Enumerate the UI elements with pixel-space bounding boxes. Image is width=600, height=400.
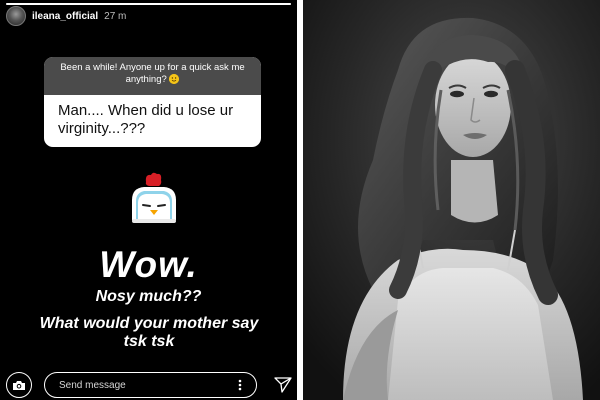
question-prompt: Been a while! Anyone up for a quick ask … (44, 57, 261, 95)
story-progress-fill (6, 3, 291, 5)
portrait-photo (303, 0, 600, 400)
question-sticker[interactable]: Been a while! Anyone up for a quick ask … (44, 57, 261, 147)
story-footer: Send message (0, 370, 297, 398)
post-time: 27 m (104, 10, 127, 22)
camera-button[interactable] (6, 372, 32, 398)
portrait-image (303, 0, 600, 400)
reply-text-line: Nosy much?? (95, 288, 202, 305)
question-answer-text: Man.... When did u lose ur virginity...?… (58, 102, 234, 137)
reply-heading: Wow. (99, 244, 198, 285)
story-progress-bar (6, 3, 291, 5)
paper-plane-icon[interactable] (274, 377, 292, 393)
reply-text-line: What would your mother say tsk tsk (39, 315, 259, 350)
chicken-emoji-icon (132, 172, 176, 223)
instagram-story-panel: ileana_official 27 m Been a while! Anyon… (0, 0, 297, 400)
story-header: ileana_official 27 m (6, 6, 291, 26)
send-message-input[interactable]: Send message (44, 372, 257, 398)
send-message-placeholder: Send message (59, 379, 126, 391)
question-prompt-text: Been a while! Anyone up for a quick ask … (60, 62, 245, 85)
avatar[interactable] (6, 6, 26, 26)
more-options-icon[interactable] (238, 379, 242, 391)
camera-icon (13, 380, 25, 390)
smiling-face-emoji-icon (169, 74, 180, 85)
username[interactable]: ileana_official (32, 11, 98, 22)
